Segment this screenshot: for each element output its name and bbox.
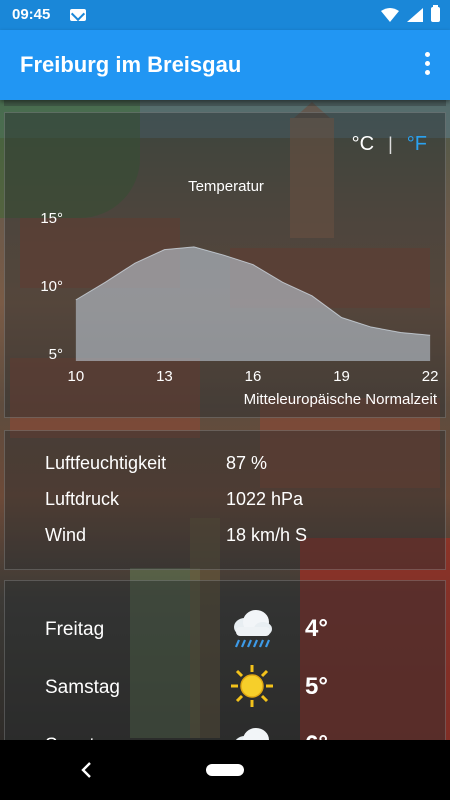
wifi-icon <box>381 7 399 22</box>
overflow-menu-icon[interactable] <box>422 52 432 78</box>
detail-value: 87 % <box>226 453 268 473</box>
forecast-row: Freitag 4° <box>45 605 445 661</box>
app-bar: Freiburg im Breisgau <box>0 30 450 100</box>
sun-icon <box>229 663 275 709</box>
temperature-chart-card: °C | °F Temperatur 5° 10° 15° 10 13 16 19 22 Mitt… <box>4 112 446 418</box>
detail-label: Wind <box>45 525 87 545</box>
x-tick-label: 10 <box>68 368 85 385</box>
y-tick-label: 15° <box>40 210 63 227</box>
forecast-temp: 4° <box>305 615 328 642</box>
detail-label: Luftfeuchtigkeit <box>45 453 167 473</box>
back-icon[interactable] <box>78 760 96 780</box>
home-icon[interactable] <box>206 764 244 776</box>
detail-value: 18 km/h S <box>226 525 308 545</box>
x-tick-label: 19 <box>333 368 350 385</box>
x-tick-label: 22 <box>422 368 439 385</box>
x-axis-label: Mitteleuropäische Normalzeit <box>244 391 438 408</box>
forecast-card: Freitag4°Samstag5°Sonntag6° <box>4 580 446 758</box>
mail-icon <box>70 9 86 21</box>
battery-icon <box>431 5 440 22</box>
forecast-temp: 5° <box>305 673 328 700</box>
status-bar: 09:45 <box>0 0 450 30</box>
temperature-area <box>75 246 431 361</box>
y-tick-label: 10° <box>40 278 63 295</box>
x-tick-label: 16 <box>245 368 262 385</box>
y-tick-label: 5° <box>49 346 63 363</box>
temperature-chart: Temperatur 5° 10° 15° 10 13 16 19 22 Mitteleuropä… <box>40 178 439 408</box>
navigation-bar <box>0 740 450 800</box>
detail-label: Luftdruck <box>45 489 120 509</box>
signal-icon <box>407 7 423 22</box>
forecast-day: Freitag <box>45 619 105 640</box>
app-title: Freiburg im Breisgau <box>20 52 242 77</box>
x-tick-label: 13 <box>156 368 173 385</box>
chart-title: Temperatur <box>188 178 264 195</box>
top-strip <box>4 100 446 106</box>
forecast-row: Samstag 5° <box>45 663 445 719</box>
detail-value: 1022 hPa <box>226 489 304 509</box>
status-time: 09:45 <box>12 6 51 23</box>
forecast-day: Samstag <box>45 677 120 698</box>
details-card: Luftfeuchtigkeit 87 % Luftdruck 1022 hPa Win… <box>4 430 446 570</box>
rain-cloud-icon <box>229 605 275 651</box>
